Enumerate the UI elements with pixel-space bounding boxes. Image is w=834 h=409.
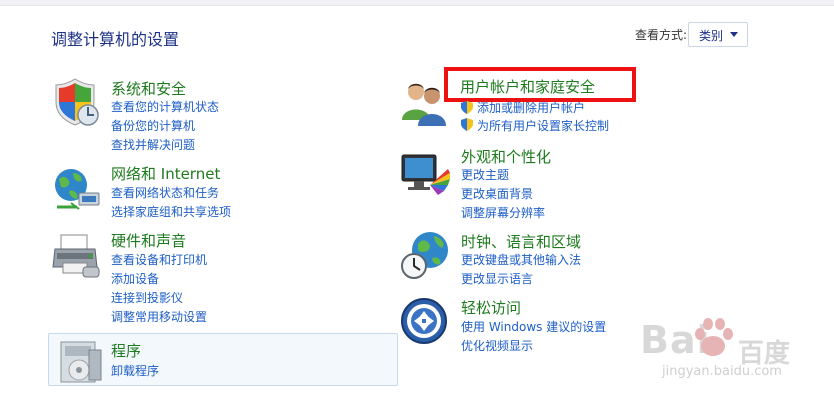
link-backup-computer[interactable]: 备份您的计算机 — [111, 117, 195, 134]
watermark-site: jingyan.baidu.com — [662, 364, 782, 379]
appearance-monitor-icon[interactable] — [400, 149, 452, 201]
link-troubleshoot[interactable]: 查找并解决问题 — [111, 136, 195, 153]
link-connect-projector[interactable]: 连接到投影仪 — [111, 289, 183, 306]
programs-icon[interactable] — [55, 336, 107, 388]
link-uninstall-program[interactable]: 卸载程序 — [111, 362, 159, 379]
clock-globe-icon[interactable] — [400, 230, 452, 282]
link-change-keyboard[interactable]: 更改键盘或其他输入法 — [461, 251, 581, 268]
ease-of-access-icon[interactable] — [400, 297, 452, 349]
admin-shield-icon — [461, 101, 473, 114]
baidu-paw-icon — [695, 318, 733, 356]
security-shield-icon[interactable] — [51, 76, 103, 128]
link-add-remove-accounts[interactable]: 添加或删除用户帐户 — [477, 99, 585, 116]
view-by-label: 查看方式: — [635, 28, 688, 42]
category-clock-region-title[interactable]: 时钟、语言和区域 — [461, 231, 581, 252]
link-screen-resolution[interactable]: 调整屏幕分辨率 — [461, 204, 545, 221]
link-network-status[interactable]: 查看网络状态和任务 — [111, 184, 219, 201]
category-hardware-sound-title[interactable]: 硬件和声音 — [111, 230, 186, 251]
window-top-edge — [0, 0, 834, 6]
printer-icon[interactable] — [51, 229, 103, 281]
network-globe-icon[interactable] — [51, 163, 103, 215]
category-programs-title[interactable]: 程序 — [111, 340, 141, 361]
link-parental-controls[interactable]: 为所有用户设置家长控制 — [477, 117, 609, 134]
link-optimize-display[interactable]: 优化视频显示 — [461, 337, 533, 354]
category-user-accounts-title[interactable]: 用户帐户和家庭安全 — [460, 76, 595, 97]
view-by-dropdown[interactable]: 类别 — [688, 22, 748, 47]
category-network-title[interactable]: 网络和 Internet — [111, 163, 220, 184]
link-change-display-language[interactable]: 更改显示语言 — [461, 270, 533, 287]
link-devices-printers[interactable]: 查看设备和打印机 — [111, 251, 207, 268]
view-by-value: 类别 — [699, 29, 724, 43]
category-ease-of-access-title[interactable]: 轻松访问 — [461, 297, 521, 318]
chevron-down-icon — [730, 32, 738, 37]
link-change-theme[interactable]: 更改主题 — [461, 166, 509, 183]
page-title: 调整计算机的设置 — [51, 30, 180, 49]
admin-shield-icon — [461, 118, 473, 131]
category-appearance-title[interactable]: 外观和个性化 — [461, 146, 551, 167]
link-check-computer-status[interactable]: 查看您的计算机状态 — [111, 98, 219, 115]
link-homegroup-sharing[interactable]: 选择家庭组和共享选项 — [111, 203, 231, 220]
category-system-security-title[interactable]: 系统和安全 — [111, 78, 186, 99]
link-mobility-settings[interactable]: 调整常用移动设置 — [111, 308, 207, 325]
link-change-background[interactable]: 更改桌面背景 — [461, 185, 533, 202]
link-add-device[interactable]: 添加设备 — [111, 270, 159, 287]
link-recommended-settings[interactable]: 使用 Windows 建议的设置 — [461, 318, 606, 335]
